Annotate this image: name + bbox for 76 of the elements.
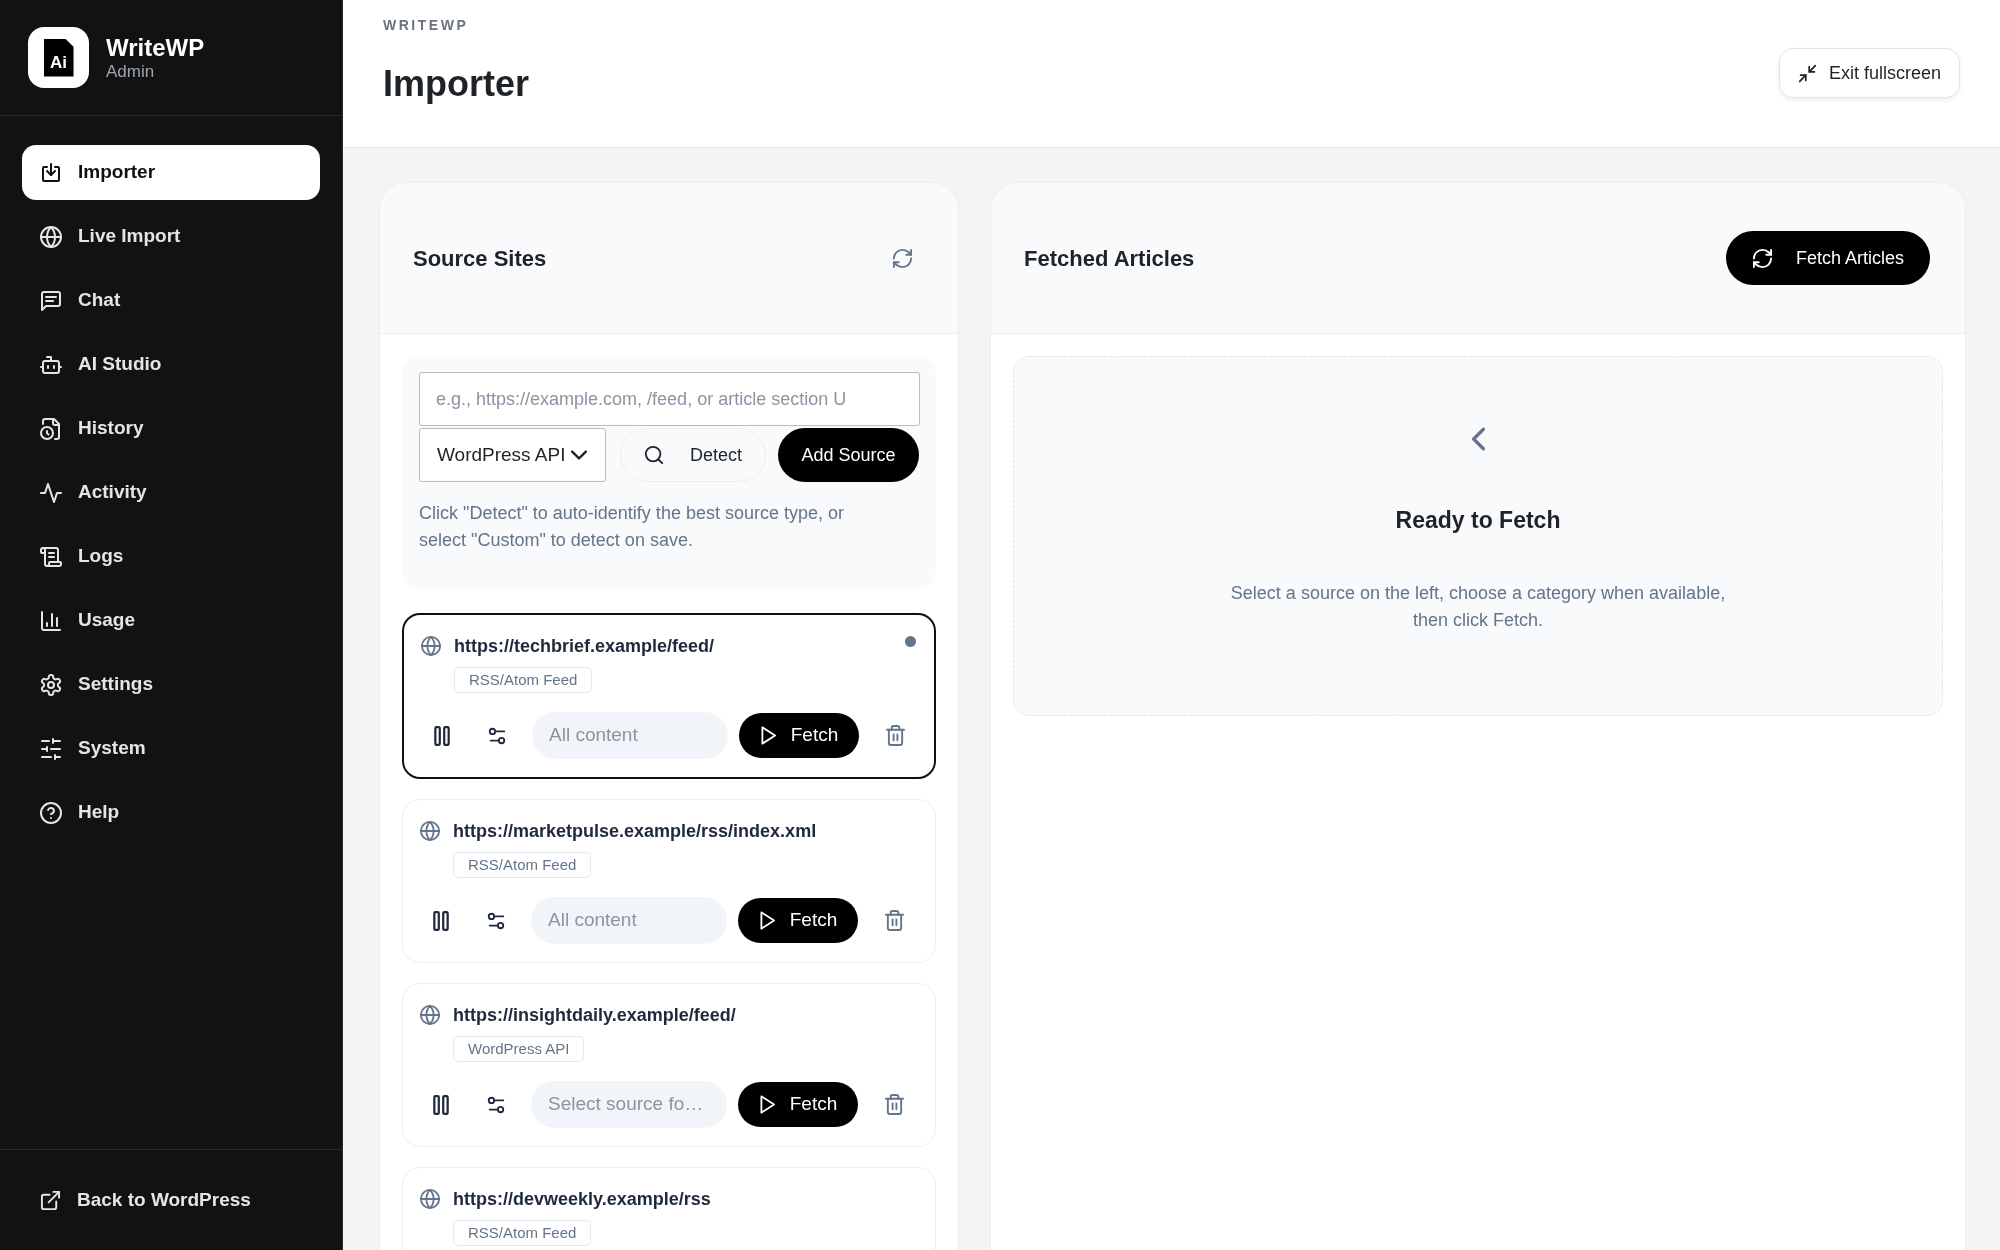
chat-icon bbox=[40, 289, 62, 312]
helper-text: Click "Detect" to auto-identify the best source type, or select "Custom" to detect on save. bbox=[419, 502, 845, 552]
external-link-icon bbox=[40, 1189, 61, 1211]
nav-item[interactable]: Usage bbox=[22, 593, 320, 648]
sliders-icon bbox=[40, 737, 62, 760]
trash-icon[interactable] bbox=[885, 910, 904, 931]
source-type-tag: WordPress API bbox=[453, 1036, 585, 1062]
fetch-articles-button[interactable]: Fetch Articles bbox=[1726, 231, 1930, 285]
chevron-left-icon bbox=[1471, 427, 1485, 451]
page-title: Importer bbox=[383, 62, 530, 106]
nav-item[interactable]: AI Studio bbox=[22, 337, 320, 392]
source-card[interactable]: https://insightdaily.example/feed/ WordPress API Select source fo… Fetch bbox=[402, 983, 936, 1147]
nav-item[interactable]: Activity bbox=[22, 465, 320, 520]
minimize-icon bbox=[1797, 63, 1817, 83]
nav-item[interactable]: Logs bbox=[22, 529, 320, 584]
nav-item[interactable]: Chat bbox=[22, 273, 320, 328]
trash-icon[interactable] bbox=[886, 725, 905, 746]
globe-icon bbox=[420, 1189, 440, 1209]
sliders-icon[interactable] bbox=[486, 910, 506, 931]
fetch-button[interactable]: Fetch bbox=[738, 1082, 858, 1127]
play-icon bbox=[759, 726, 777, 745]
detect-button[interactable]: Detect bbox=[620, 428, 766, 482]
globe-icon bbox=[40, 225, 62, 248]
page-eyebrow: WRITEWP bbox=[383, 17, 470, 33]
source-url: https://insightdaily.example/feed/ bbox=[453, 1003, 737, 1027]
scroll-icon bbox=[40, 545, 62, 568]
sliders-icon[interactable] bbox=[486, 1094, 506, 1115]
nav-item[interactable]: Importer bbox=[22, 145, 320, 200]
empty-state-title: Ready to Fetch bbox=[1395, 506, 1561, 534]
search-icon bbox=[644, 445, 664, 465]
panel-title: Fetched Articles bbox=[1024, 244, 1195, 273]
pause-icon[interactable] bbox=[433, 725, 451, 746]
logo-mark: Ai bbox=[43, 38, 74, 77]
globe-icon bbox=[420, 1005, 440, 1025]
help-icon bbox=[40, 801, 62, 824]
refresh-icon[interactable] bbox=[892, 247, 913, 269]
play-icon bbox=[758, 911, 776, 930]
trash-icon[interactable] bbox=[885, 1094, 904, 1115]
exit-fullscreen-button[interactable]: Exit fullscreen bbox=[1778, 48, 1960, 98]
fetch-button[interactable]: Fetch bbox=[739, 713, 859, 758]
file-clock-icon bbox=[40, 417, 62, 440]
sliders-icon[interactable] bbox=[487, 725, 507, 746]
globe-icon bbox=[420, 821, 440, 841]
activity-icon bbox=[40, 481, 62, 504]
source-url-field[interactable]: e.g., https://example.com, /feed, or article section U bbox=[419, 372, 920, 426]
nav-item[interactable]: System bbox=[22, 721, 320, 776]
empty-state-message: Select a source on the left, choose a category when available, then click Fetch. bbox=[1229, 582, 1727, 632]
source-url: https://devweekly.example/rss bbox=[453, 1187, 712, 1211]
back-link[interactable]: Back to WordPress bbox=[40, 1185, 251, 1215]
app-name: WriteWP bbox=[106, 33, 205, 62]
source-url: https://marketpulse.example/rss/index.xml bbox=[453, 819, 818, 843]
nav-item[interactable]: Settings bbox=[22, 657, 320, 712]
settings-icon bbox=[40, 673, 62, 696]
source-type-select[interactable]: WordPress API bbox=[419, 428, 606, 482]
nav-item[interactable]: History bbox=[22, 401, 320, 456]
fetch-button[interactable]: Fetch bbox=[738, 898, 858, 943]
refresh-icon bbox=[1751, 247, 1773, 269]
pause-icon[interactable] bbox=[432, 1094, 450, 1115]
source-type-tag: RSS/Atom Feed bbox=[453, 852, 592, 878]
robot-icon bbox=[40, 353, 62, 376]
panel-title: Source Sites bbox=[413, 244, 547, 273]
play-icon bbox=[758, 1095, 776, 1114]
source-card[interactable]: https://devweekly.example/rss RSS/Atom Feed bbox=[402, 1167, 936, 1250]
source-card[interactable]: https://techbrief.example/feed/ RSS/Atom Feed All content Fetch bbox=[402, 613, 936, 779]
user-role: Admin bbox=[106, 61, 156, 82]
source-card[interactable]: https://marketpulse.example/rss/index.xml RSS/Atom Feed All content Fetch bbox=[402, 799, 936, 963]
nav-item[interactable]: Live Import bbox=[22, 209, 320, 264]
source-type-tag: RSS/Atom Feed bbox=[454, 667, 593, 693]
add-source-button[interactable]: Add Source bbox=[778, 428, 919, 482]
download-icon bbox=[40, 161, 62, 184]
source-type-tag: RSS/Atom Feed bbox=[453, 1220, 592, 1246]
source-url: https://techbrief.example/feed/ bbox=[454, 634, 716, 658]
pause-icon[interactable] bbox=[432, 910, 450, 931]
nav-item[interactable]: Help bbox=[22, 785, 320, 840]
globe-icon bbox=[421, 636, 441, 656]
bar-chart-icon bbox=[40, 609, 62, 632]
